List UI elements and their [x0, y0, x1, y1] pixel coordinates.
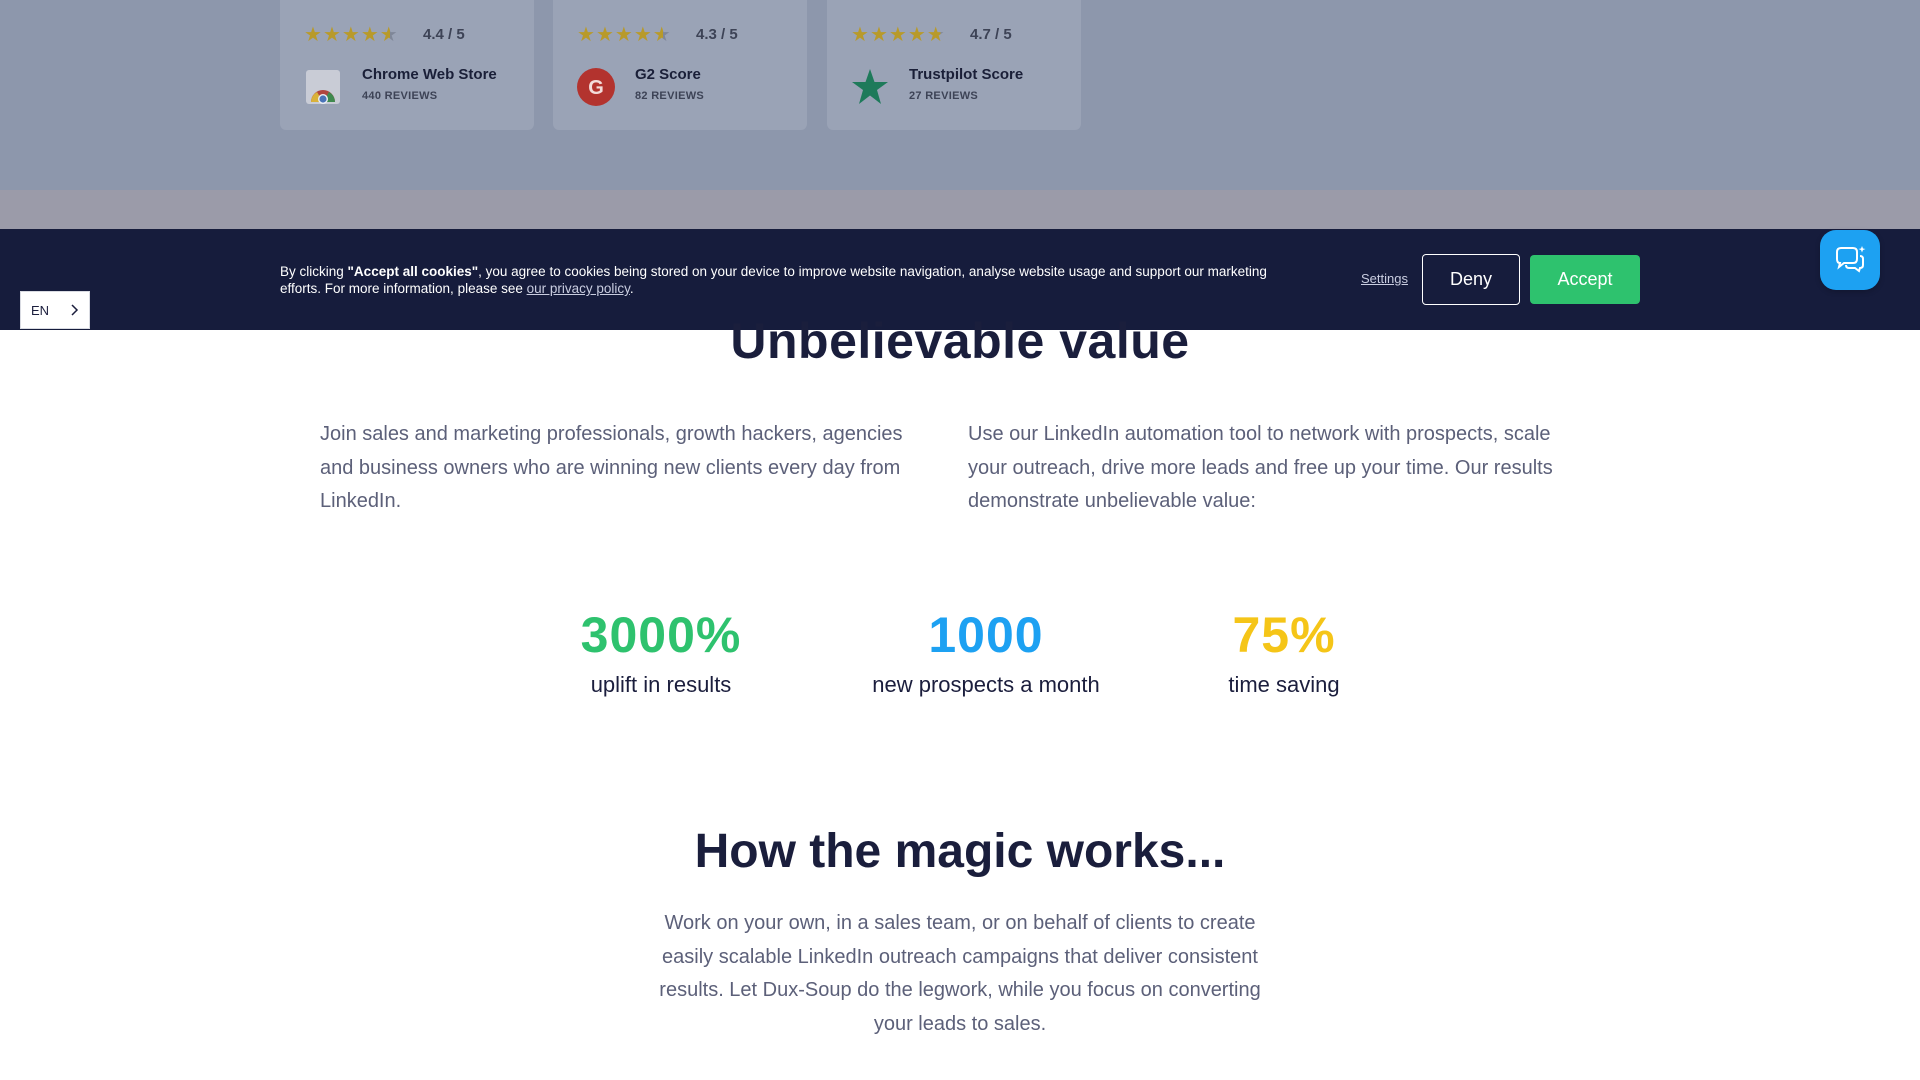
star-icon: ★ [851, 22, 869, 46]
trustpilot-star-icon [852, 69, 888, 104]
accept-button[interactable]: Accept [1530, 255, 1640, 304]
review-count: 27 REVIEWS [909, 90, 979, 102]
star-icon: ★ [360, 22, 379, 46]
rating-card-chrome[interactable]: ★ ★ ★ ★ ★ 4.4 / 5 Chrome Web Store 440 REVIE… [280, 0, 534, 130]
rating-source-name: Chrome Web Store [362, 66, 497, 83]
rating-card-g2[interactable]: ★ ★ ★ ★ ★ 4.3 / 5 G G2 Score 82 REVIEWS [553, 0, 807, 130]
chat-button[interactable] [1820, 230, 1880, 290]
chrome-icon [306, 70, 340, 104]
review-count: 440 REVIEWS [362, 90, 438, 102]
star-icon: ★ [595, 22, 614, 46]
privacy-policy-link[interactable]: our privacy policy [527, 281, 630, 296]
star-icon: ★ [304, 22, 322, 46]
stat-uplift: 3000% uplift in results [501, 602, 821, 698]
section-title-value: Unbelievable value [730, 313, 1190, 369]
stat-label: new prospects a month [872, 672, 1100, 697]
star-icon: ★ [614, 22, 633, 46]
stat-value: 1000 [928, 607, 1044, 663]
stat-value: 75% [1232, 607, 1336, 663]
stat-time-saving: 75% time saving [1124, 602, 1444, 698]
star-rating: ★ ★ ★ ★ ★ [577, 24, 671, 44]
g2-icon: G [577, 68, 615, 106]
deny-button[interactable]: Deny [1422, 254, 1520, 305]
rating-source-name: G2 Score [635, 66, 701, 83]
value-intro-left: Join sales and marketing professionals, … [320, 423, 903, 512]
star-icon: ★ [577, 22, 595, 46]
chat-bubbles-icon [1836, 246, 1866, 273]
value-intro-right: Use our LinkedIn automation tool to netw… [968, 423, 1553, 512]
review-count: 82 REVIEWS [635, 90, 705, 102]
star-icon: ★ [633, 22, 652, 46]
rating-score: 4.3 / 5 [696, 26, 738, 43]
half-star-icon: ★ [652, 22, 671, 46]
cookie-settings-link[interactable]: Settings [1361, 271, 1408, 286]
star-icon: ★ [869, 22, 888, 46]
stat-label: time saving [1228, 672, 1340, 697]
star-icon: ★ [888, 22, 907, 46]
half-star-icon: ★ [379, 22, 398, 46]
star-icon: ★ [322, 22, 341, 46]
section-divider [0, 190, 1920, 229]
half-star-icon: ★ [926, 22, 945, 46]
rating-source-name: Trustpilot Score [909, 66, 1024, 83]
svg-text:G: G [588, 77, 604, 99]
rating-score: 4.7 / 5 [970, 26, 1012, 43]
star-rating: ★ ★ ★ ★ ★ [851, 24, 945, 44]
stat-value: 3000% [580, 607, 742, 663]
star-rating: ★ ★ ★ ★ ★ [304, 24, 398, 44]
cookie-text-bold: "Accept all cookies" [347, 264, 479, 279]
cookie-message: By clicking "Accept all cookies", you ag… [280, 263, 1280, 297]
stat-label: uplift in results [590, 672, 732, 697]
section-title-magic: How the magic works... [694, 825, 1226, 878]
cookie-text-prefix: By clicking [280, 264, 348, 279]
cookie-text-suffix: . [629, 281, 634, 296]
star-icon: ★ [907, 22, 926, 46]
magic-description: Work on your own, in a sales team, or on… [659, 912, 1261, 1035]
star-icon: ★ [341, 22, 360, 46]
rating-score: 4.4 / 5 [423, 26, 465, 43]
stat-prospects: 1000 new prospects a month [826, 602, 1146, 698]
rating-card-trustpilot[interactable]: ★ ★ ★ ★ ★ 4.7 / 5 Trustpilot Score 27 REVIEW… [827, 0, 1081, 130]
